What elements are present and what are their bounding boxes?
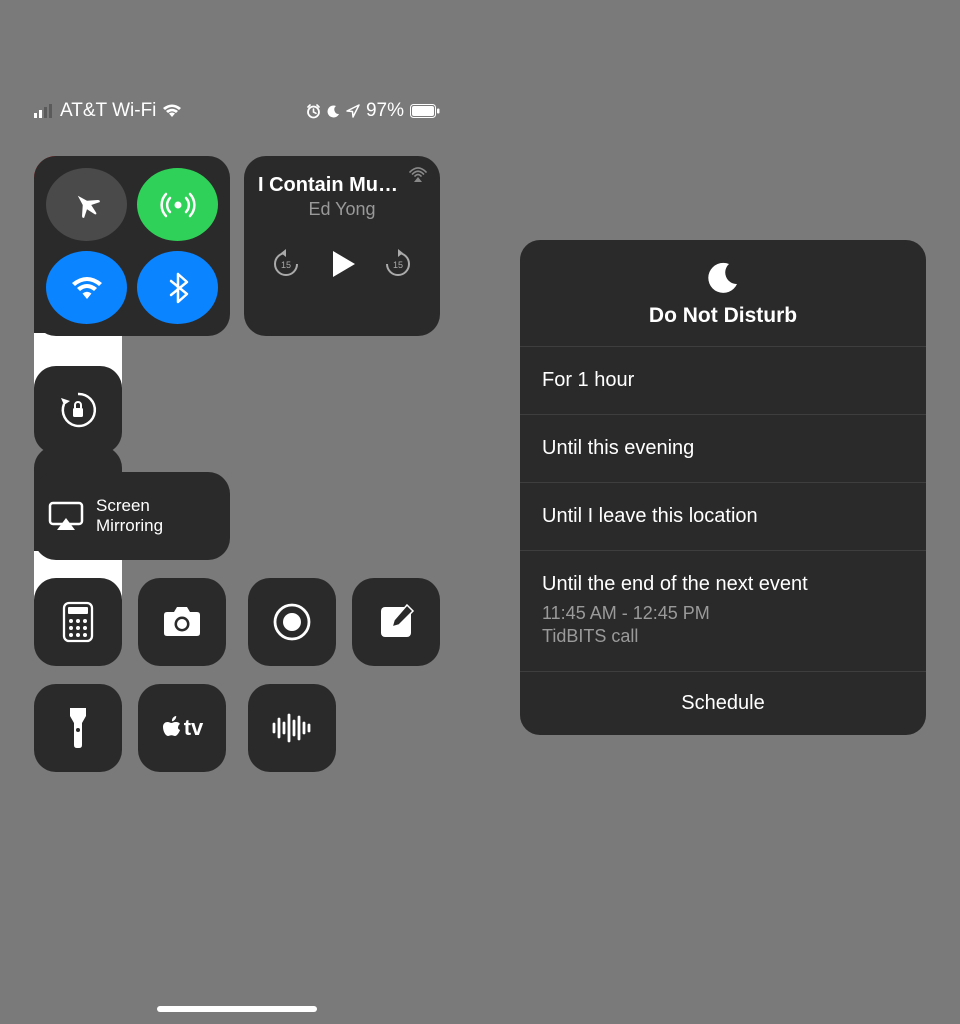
screen-record-button[interactable] <box>248 578 336 666</box>
battery-pct: 97% <box>366 100 404 122</box>
svg-text:15: 15 <box>281 260 291 270</box>
status-right: 97% <box>306 100 440 122</box>
skip-back-icon: 15 <box>271 249 301 279</box>
control-center-panel: AT&T Wi-Fi 97% <box>0 0 474 1024</box>
wifi-icon <box>162 104 182 118</box>
camera-icon <box>161 605 203 639</box>
skip-forward-icon: 15 <box>383 249 413 279</box>
apple-tv-label: tv <box>184 715 204 741</box>
play-icon <box>326 248 358 280</box>
apple-tv-button[interactable]: tv <box>138 684 226 772</box>
screen-mirroring-icon <box>48 501 84 531</box>
battery-icon <box>410 104 440 118</box>
alarm-icon <box>306 104 321 119</box>
bluetooth-button[interactable] <box>137 251 218 324</box>
dnd-option-location[interactable]: Until I leave this location <box>520 482 926 550</box>
connectivity-tile[interactable] <box>34 156 230 336</box>
media-title: I Contain Mu… <box>258 174 426 197</box>
cellular-data-button[interactable] <box>137 168 218 241</box>
moon-icon <box>705 260 741 296</box>
airplane-mode-button[interactable] <box>46 168 127 241</box>
calculator-icon <box>62 601 94 643</box>
camera-button[interactable] <box>138 578 226 666</box>
notes-button[interactable] <box>352 578 440 666</box>
cellular-signal-icon <box>34 104 54 118</box>
flashlight-icon <box>67 706 89 750</box>
apple-logo-icon <box>161 715 183 741</box>
play-button[interactable] <box>326 248 358 280</box>
dnd-options-panel: Do Not Disturb For 1 hour Until this eve… <box>486 0 960 1024</box>
dnd-event-time: 11:45 AM - 12:45 PM <box>542 602 904 625</box>
record-icon <box>272 602 312 642</box>
dnd-sheet: Do Not Disturb For 1 hour Until this eve… <box>520 240 926 735</box>
skip-forward-button[interactable]: 15 <box>383 249 413 279</box>
dnd-sheet-header: Do Not Disturb <box>520 240 926 346</box>
bluetooth-icon <box>160 270 196 306</box>
media-tile[interactable]: I Contain Mu… Ed Yong 15 15 <box>244 156 440 336</box>
status-bar: AT&T Wi-Fi 97% <box>0 100 474 122</box>
wifi-large-icon <box>68 269 106 307</box>
calculator-button[interactable] <box>34 578 122 666</box>
wifi-button[interactable] <box>46 251 127 324</box>
orientation-lock-button[interactable] <box>34 366 122 454</box>
carrier-label: AT&T Wi-Fi <box>60 100 156 122</box>
mirroring-label: Screen Mirroring <box>96 496 163 535</box>
orientation-lock-icon <box>56 388 100 432</box>
screen-mirroring-button[interactable]: Screen Mirroring <box>34 472 230 560</box>
airplay-icon[interactable] <box>408 166 428 182</box>
svg-text:15: 15 <box>393 260 403 270</box>
dnd-schedule-button[interactable]: Schedule <box>520 671 926 735</box>
voice-memos-button[interactable] <box>248 684 336 772</box>
dnd-event-name: TidBITS call <box>542 625 904 648</box>
dnd-option-evening[interactable]: Until this evening <box>520 414 926 482</box>
skip-back-button[interactable]: 15 <box>271 249 301 279</box>
waveform-icon <box>270 712 314 744</box>
media-artist: Ed Yong <box>258 199 426 220</box>
home-indicator[interactable] <box>157 1006 317 1012</box>
flashlight-button[interactable] <box>34 684 122 772</box>
airplane-icon <box>70 188 104 222</box>
notes-icon <box>377 603 415 641</box>
dnd-option-next-event[interactable]: Until the end of the next event 11:45 AM… <box>520 550 926 671</box>
moon-small-icon <box>327 105 340 118</box>
antenna-icon <box>159 186 197 224</box>
control-center-grid: I Contain Mu… Ed Yong 15 15 <box>34 156 440 640</box>
media-controls: 15 15 <box>258 248 426 280</box>
dnd-title: Do Not Disturb <box>530 304 916 328</box>
status-left: AT&T Wi-Fi <box>34 100 182 122</box>
location-icon <box>346 104 360 118</box>
dnd-option-1hour[interactable]: For 1 hour <box>520 346 926 414</box>
